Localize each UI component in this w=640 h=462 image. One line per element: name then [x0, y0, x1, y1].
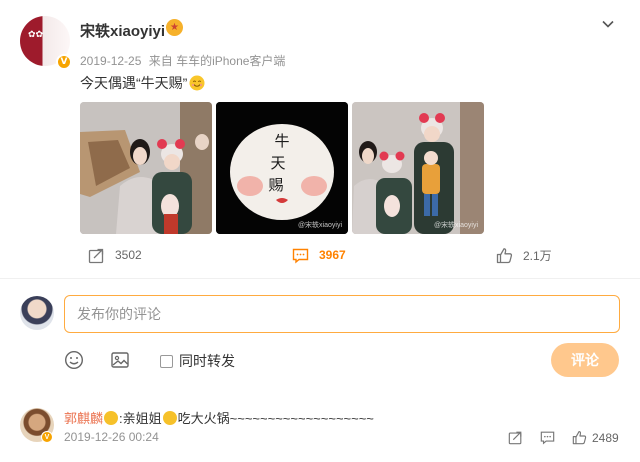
- image-watermark: @宋轶xiaoyiyi: [297, 222, 342, 229]
- medal-icon[interactable]: ★: [166, 19, 183, 36]
- comment-reply-icon[interactable]: [540, 430, 555, 445]
- comment-like-icon[interactable]: [572, 430, 587, 445]
- also-repost-label: 同时转发: [179, 353, 235, 369]
- also-repost-checkbox[interactable]: [160, 354, 173, 368]
- post-source: 来自 车车的iPhone客户端: [148, 54, 286, 68]
- avatar-logo-mark: ✿✿: [28, 30, 44, 40]
- verified-badge: V: [56, 54, 72, 70]
- svg-text:牛: 牛: [274, 132, 289, 150]
- post-action-bar: 3502 3967 2.1万: [80, 244, 620, 266]
- laughing-emoji-icon: [104, 411, 119, 425]
- section-divider: [0, 278, 640, 279]
- post-image-3[interactable]: @宋轶xiaoyiyi: [352, 102, 484, 234]
- comment-text-part-1: 亲姐姐: [122, 411, 162, 426]
- svg-text:赐: 赐: [268, 176, 283, 194]
- my-avatar[interactable]: [20, 296, 54, 330]
- repost-button[interactable]: 3502: [88, 244, 142, 266]
- post-meta: 2019-12-25 来自 车车的iPhone客户端: [80, 52, 285, 69]
- comment-text-part-2: 吃大火锅~~~~~~~~~~~~~~~~~~~: [177, 411, 374, 426]
- verified-badge: V: [41, 431, 53, 443]
- image-watermark: @宋轶xiaoyiyi: [433, 222, 478, 229]
- comment-icon: [292, 248, 309, 263]
- submit-comment-button[interactable]: 评论: [551, 343, 619, 377]
- drooling-emoji-icon: [162, 411, 177, 425]
- smile-emoji-icon: [189, 75, 205, 91]
- post-text: 今天偶遇“牛天赐”: [80, 73, 205, 93]
- svg-text:天: 天: [270, 154, 285, 172]
- like-button[interactable]: 2.1万: [496, 244, 552, 266]
- post-image-2[interactable]: 牛 天 赐 @宋轶xiaoyiyi: [216, 102, 348, 234]
- photo-family-illustration: [80, 102, 212, 234]
- post-date[interactable]: 2019-12-25: [80, 54, 141, 68]
- repost-count: 3502: [115, 248, 142, 262]
- comment-like-count: 2489: [592, 431, 619, 445]
- thumbs-up-icon: [496, 247, 513, 263]
- commenter-name[interactable]: 郭麒麟: [64, 411, 103, 426]
- like-count: 2.1万: [523, 248, 552, 263]
- comment-text: 郭麒麟:亲姐姐 吃大火锅~~~~~~~~~~~~~~~~~~~: [64, 411, 374, 426]
- emoji-icon[interactable]: [64, 350, 84, 370]
- repost-icon: [88, 248, 104, 263]
- comment-repost-icon[interactable]: [508, 430, 523, 445]
- comment-time: 2019-12-26 00:24: [64, 430, 159, 444]
- lantern-illustration: 牛 天 赐: [216, 102, 348, 234]
- author-name[interactable]: 宋轶xiaoyiyi: [80, 20, 165, 41]
- photo-group-illustration: [352, 102, 484, 234]
- image-upload-icon[interactable]: [110, 350, 130, 370]
- post-image-1[interactable]: [80, 102, 212, 234]
- comment-count: 3967: [319, 248, 346, 262]
- also-repost-toggle[interactable]: 同时转发: [160, 351, 235, 371]
- post-header: ✿✿ V 宋轶xiaoyiyi ★ 2019-12-25 来自 车车的iPhon…: [20, 14, 620, 74]
- chevron-down-icon[interactable]: [600, 16, 616, 32]
- comment-button[interactable]: 3967: [292, 244, 346, 266]
- post-text-content: 今天偶遇“牛天赐”: [80, 75, 188, 91]
- comment-input[interactable]: [64, 295, 620, 333]
- composer-toolbar: 同时转发: [64, 348, 620, 374]
